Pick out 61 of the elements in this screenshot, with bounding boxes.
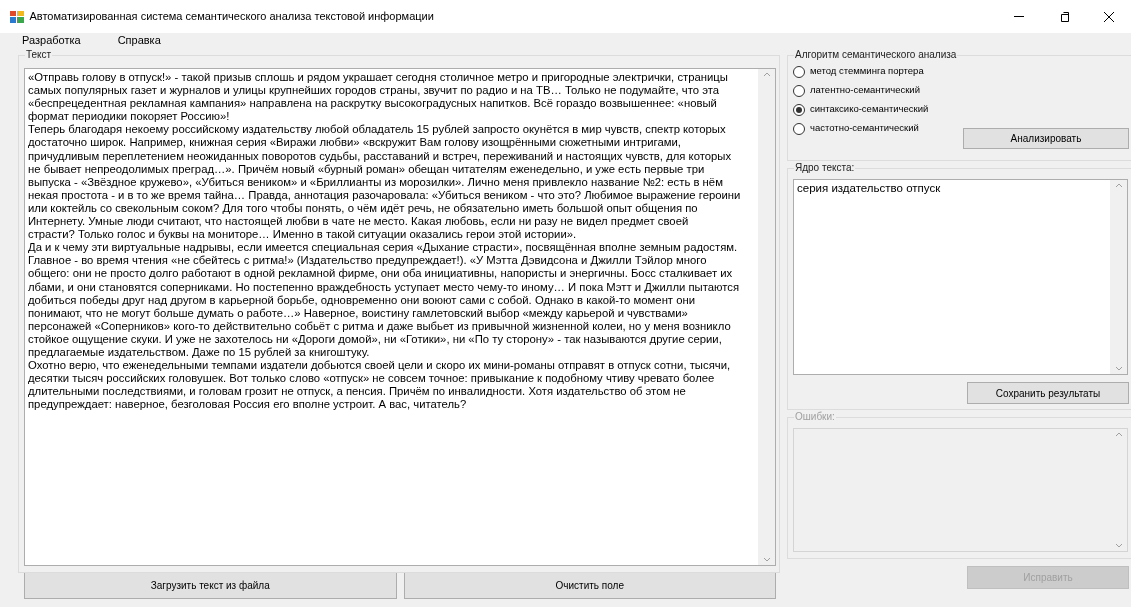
text-area[interactable] — [24, 68, 776, 566]
radio-button[interactable] — [793, 84, 805, 97]
window-title: Автоматизированная система семантического анализа текстовой информации — [29, 9, 434, 25]
text-line: длительными последствиями, и головам грозит не отпуск, а пенсия. Причём по инвалидности. Хотя издательство об этом не — [28, 385, 687, 399]
text-line: или коктейль со свекольным соком? Для того чтобы понять, о чём идёт речь, не обязательно иметь большой опыт общения по — [28, 201, 699, 216]
menu-item[interactable]: Разработка — [20, 33, 83, 47]
text-line: выпуска - «Звёздное кружево», «Убиться веником» и «Бриллианты из морозилки». Лично меня привлекло название №2: есть в нём — [28, 175, 724, 189]
scroll-up-icon[interactable] — [762, 72, 771, 77]
load-file-button[interactable]: Загрузить текст из файла — [24, 572, 397, 599]
save-results-button[interactable]: Сохранить результаты — [967, 382, 1129, 404]
text-line: причудливым переплетением неожиданных поворотов судьбы, расставаний и встреч, переживаний и настоящих чувств, для которых — [28, 149, 733, 163]
text-line: добиться победы друг над другом в карьерной борьбе, одновременно они воюют сами с собой. Однако в какой-то момент они — [28, 293, 697, 307]
menu-item[interactable]: Справка — [115, 33, 163, 47]
radio-button[interactable] — [793, 122, 805, 135]
core-field[interactable]: серия издательство отпуск — [793, 179, 1128, 375]
text-line: «Отправь голову в отпуск!» - такой призыв сплошь и рядом украшает сегодня столичное метро и пригородные электрички, страницы — [28, 71, 729, 85]
text-line: десятки тысяч российских головушек. Вот только слово «отпуск» не совсем точное: привыкание к подобному чтиву чревато более — [28, 372, 716, 386]
clear-button[interactable]: Очистить поле — [403, 572, 776, 599]
group-label: Ошибки: — [794, 411, 836, 423]
scroll-down-icon[interactable] — [762, 557, 771, 562]
group-label: Алгоритм семантического анализа — [794, 49, 958, 61]
scroll-down-icon[interactable] — [1114, 543, 1123, 548]
text-line: стойкое ощущение скуки. И уже не захотелось ни «Дороги домой», ни «Готики», ни «По ту сторону» - так называются другие серии, — [28, 332, 723, 346]
radio-label[interactable]: частотно-семантический — [810, 121, 919, 136]
scroll-up-icon[interactable] — [1114, 183, 1123, 188]
text-line: достаточно широк. Например, книжная серия «Виражи любви» «вскружит Вам голову изощрёнными сюжетными интригами, — [28, 136, 682, 150]
text-line: лбами, и они становятся соперниками. Но постепенно враждебность уступает место чему-то иному… И пока Мэтт и Джилли пытаются — [28, 280, 741, 294]
text-line: общего: они не просто долго работают в одной рекламной фирме, они оба инициативны, напористы и энергичны. Босс сталкивает их — [28, 267, 734, 281]
radio-button[interactable] — [793, 65, 805, 78]
minimize-icon[interactable] — [1013, 16, 1024, 17]
scroll-up-icon[interactable] — [1114, 432, 1123, 437]
radio-button[interactable] — [793, 103, 805, 116]
errors-field[interactable] — [793, 428, 1128, 552]
text-line: Да и к чему эти виртуальные надрывы, если имеется специальная серия «Дыхание страсти», посвящённая вполне земным радостям. — [28, 241, 739, 255]
text-line: самых популярных газет и журналов и улицы крупнейших городов страны, звучит по радио и на ТВ… Только не подумайте, что эта — [28, 84, 721, 98]
text-line: понимают, что не могут больше думать о работе…» Наверное, воистину гамлетовский выбор «между карьерой и чувствами» — [28, 306, 689, 320]
app-icon — [10, 10, 24, 23]
radio-label[interactable]: синтаксико-семантический — [810, 102, 929, 117]
text-line: предлагаемые издательством. Даже по 15 рублей за книгоштуку. — [28, 345, 371, 360]
text-line: страсти? Только голос и буквы на мониторе… Именно в такой ситуации оказались герои этой истории». — [28, 228, 578, 242]
radio-label[interactable]: латентно-семантический — [810, 83, 920, 98]
group-label: Текст — [25, 49, 53, 61]
radio-label[interactable]: метод стемминга портера — [810, 64, 924, 79]
scrollbar[interactable] — [758, 69, 775, 565]
group-label: Ядро текста: — [794, 162, 856, 174]
field-value: серия издательство отпуск — [797, 182, 942, 196]
text-line: некая простота - и в то же время тайна… Правда, аннотация разочаровала: «Убиться веником - что это? Любимое выражение героини — [28, 188, 742, 202]
text-line: Главное - во время чтения «не сбейтесь с ритма!» (Издательство предупреждает!). «У Мэтта Дэвидсона и Джилли Тэйлор много — [28, 254, 708, 268]
text-line: Интернету. Умные люди считают, что настоящей любви в чате не место. Какая любовь, если ни разу не видел предмет своей — [28, 215, 690, 229]
text-line: персонажей «Соперников» кого-то действительно собьёт с ритма и даже выбьет из привычной жизненной колеи, но у меня возникло — [28, 319, 732, 333]
analyze-button[interactable]: Анализировать — [963, 128, 1129, 149]
text-line: предупреждает: наверное, безголовая Россия его вполне устроит. А вас, читатель? — [28, 398, 468, 412]
scrollbar[interactable] — [1110, 180, 1127, 374]
text-line: не бывает непреодолимых преград…». Причём новый «бурный роман» обещан читателям еженедельно, и уже есть первые три — [28, 162, 706, 176]
scroll-down-icon[interactable] — [1114, 366, 1123, 371]
close-icon[interactable] — [1103, 11, 1114, 22]
restore-icon[interactable] — [1058, 11, 1069, 22]
text-line: «беспрецедентная рекламная кампания» направлена на раскрутку высокоградусных напитков. Всё гораздо возвышеннее: «новый — [28, 97, 718, 111]
text-line: Охотно верю, что еженедельными темпами издатели добьются своей цели и скоро их мини-романы отправят в отпуск сотни, тысячи, — [28, 359, 732, 373]
text-line: формат периодики покоряет Россию»! — [28, 110, 231, 124]
text-line: Теперь благодаря некоему российскому издательству любой обладатель 15 рублей запросто окунётся в мир чувств, спектр которых — [28, 123, 727, 137]
